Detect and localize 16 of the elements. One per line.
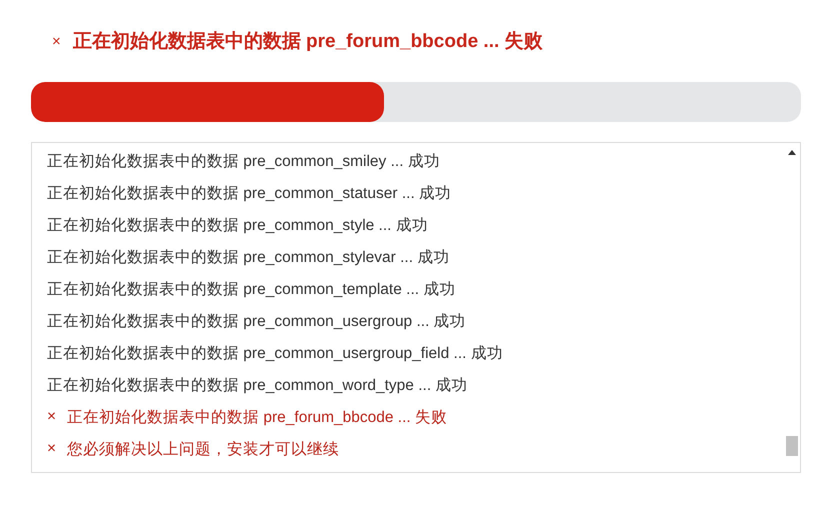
log-line: 正在初始化数据表中的数据 pre_common_smiley ... 成功 bbox=[47, 152, 440, 172]
log-line: 正在初始化数据表中的数据 pre_common_statuser ... 成功 bbox=[47, 184, 452, 204]
close-mark-icon: × bbox=[52, 32, 61, 50]
log-line: 正在初始化数据表中的数据 pre_forum_bbcode ... 失败 bbox=[67, 408, 448, 428]
log-line: 正在初始化数据表中的数据 pre_common_word_type ... 成功 bbox=[47, 376, 468, 396]
log-line: 正在初始化数据表中的数据 pre_common_style ... 成功 bbox=[47, 216, 428, 236]
scrollbar-thumb[interactable] bbox=[786, 436, 798, 456]
log-line: 正在初始化数据表中的数据 pre_common_usergroup_field ... 成功 bbox=[47, 344, 503, 364]
log-line: 正在初始化数据表中的数据 pre_common_template ... 成功 bbox=[47, 280, 456, 300]
scroll-up-icon[interactable] bbox=[788, 150, 796, 155]
error-mark-icon: × bbox=[47, 408, 56, 426]
log-line: 您必须解决以上问题，安装才可以继续 bbox=[67, 440, 340, 460]
status-message: 正在初始化数据表中的数据 pre_forum_bbcode ... 失败 bbox=[72, 30, 543, 54]
log-line: 正在初始化数据表中的数据 pre_common_stylevar ... 成功 bbox=[47, 248, 450, 268]
log-line: 正在初始化数据表中的数据 pre_common_usergroup ... 成功 bbox=[47, 312, 466, 332]
error-mark-icon: × bbox=[47, 440, 56, 458]
